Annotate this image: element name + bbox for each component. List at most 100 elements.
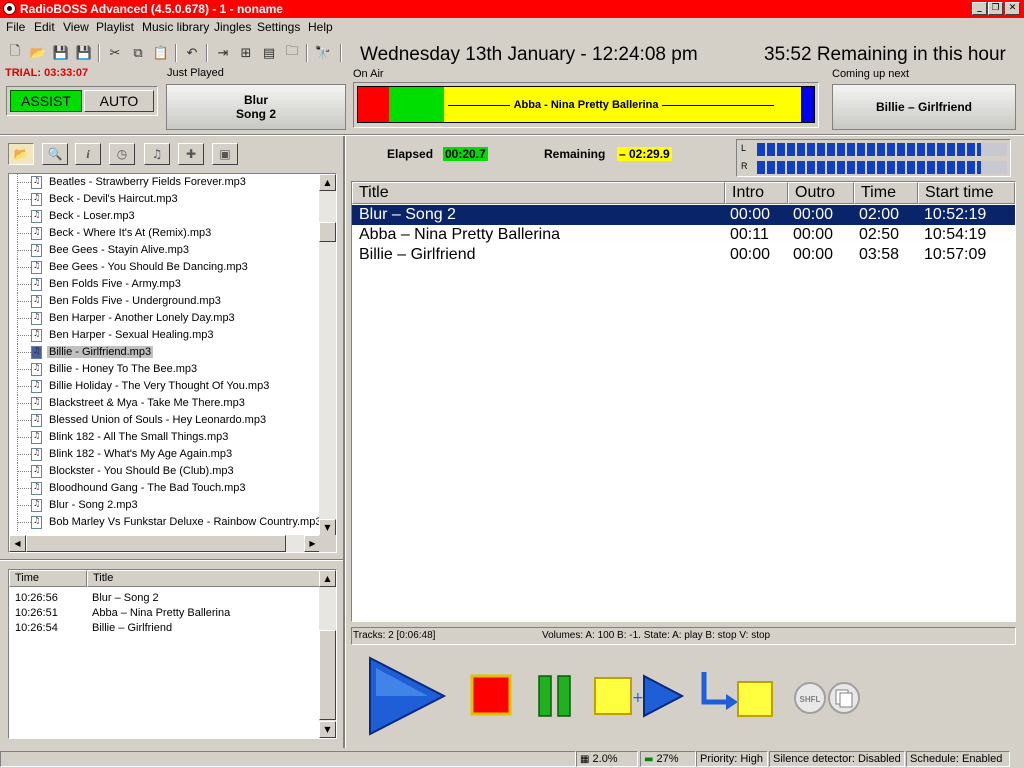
pause-button[interactable] [536,674,574,718]
crossfade-next-button[interactable]: + [592,670,684,722]
play-next-button[interactable] [698,668,776,720]
tree-item[interactable]: Beck - Where It's At (Remix).mp3 [9,225,321,242]
col-time[interactable]: Time [854,182,918,204]
tab-settings[interactable]: ▣ [212,143,238,165]
play-button[interactable] [366,656,448,736]
file-tree[interactable]: Beatles - Strawberry Fields Forever.mp3 B… [8,173,337,553]
cut-icon[interactable]: ✂ [106,44,124,62]
restore-button[interactable]: ❐ [988,2,1003,15]
tree-item[interactable]: Blockster - You Should Be (Club).mp3 [9,463,321,480]
cpu-usage: ▦ 2.0% [576,751,638,767]
menu-file[interactable]: File [6,20,25,34]
add-folder-icon[interactable]: 🗀 [283,44,301,62]
insert-track-icon[interactable]: ⇥ [214,44,232,62]
tree-item[interactable]: Billie - Girlfriend.mp3 [9,344,321,361]
tab-schedule[interactable]: ◷ [109,143,135,165]
save-icon[interactable]: 💾 [52,44,70,62]
audio-file-icon [31,380,42,393]
menu-bar: File Edit View Playlist Music library Ji… [0,18,1024,36]
file-tree-list: Beatles - Strawberry Fields Forever.mp3 B… [9,174,321,536]
scroll-down-icon[interactable]: ▼ [319,721,336,738]
undo-icon[interactable]: ↶ [183,44,201,62]
assist-button[interactable]: ASSIST [10,90,82,112]
tree-item[interactable]: Blackstreet & Mya - Take Me There.mp3 [9,395,321,412]
tree-item-label: Bee Gees - Stayin Alive.mp3 [49,244,190,256]
on-air-progress[interactable]: Abba - Nina Pretty Ballerina [357,86,815,123]
coming-up-title: Billie – Girlfriend [875,100,973,114]
just-played-artist: Blur [243,93,268,107]
playlist-row[interactable]: Billie – Girlfriend 00:00 00:00 03:58 10:57:… [352,245,1015,265]
tree-item[interactable]: Ben Harper - Another Lonely Day.mp3 [9,310,321,327]
tab-folders[interactable]: 📂 [8,143,34,165]
tree-item[interactable]: Bee Gees - You Should Be Dancing.mp3 [9,259,321,276]
tree-item[interactable]: Beck - Loser.mp3 [9,208,321,225]
tree-item[interactable]: Ben Folds Five - Underground.mp3 [9,293,321,310]
tree-item[interactable]: Blink 182 - What's My Age Again.mp3 [9,446,321,463]
stop-button[interactable] [470,674,512,716]
auto-button[interactable]: AUTO [84,90,154,112]
new-file-icon[interactable]: 🗋 [6,44,24,62]
tree-item[interactable]: Billie - Honey To The Bee.mp3 [9,361,321,378]
clock-icon: ◷ [116,147,128,161]
history-list[interactable]: Time Title 10:26:56 Blur – Song 2 10:26:51… [8,569,337,739]
open-folder-icon[interactable]: 📂 [29,44,47,62]
tree-item[interactable]: Billie Holiday - The Very Thought Of You… [9,378,321,395]
tree-item[interactable]: Bloodhound Gang - The Bad Touch.mp3 [9,480,321,497]
menu-view[interactable]: View [63,20,89,34]
col-outro[interactable]: Outro [788,182,854,204]
close-button[interactable]: ✕ [1005,2,1020,15]
playlist-table[interactable]: Title Intro Outro Time Start time Blur –… [351,181,1016,622]
history-title: Abba – Nina Pretty Ballerina [92,607,231,619]
tree-item[interactable]: Ben Folds Five - Army.mp3 [9,276,321,293]
tree-item[interactable]: Beck - Devil's Haircut.mp3 [9,191,321,208]
tree-hscroll-thumb[interactable] [26,535,286,552]
shuffle-label: SHFL [800,695,821,704]
tree-item[interactable]: Bee Gees - Stayin Alive.mp3 [9,242,321,259]
scroll-down-icon[interactable]: ▼ [319,519,336,536]
audio-file-icon [31,482,42,495]
shuffle-button[interactable]: SHFL [792,680,864,716]
tree-scroll-thumb[interactable] [319,222,336,242]
tree-item[interactable]: Blessed Union of Souls - Hey Leonardo.mp… [9,412,321,429]
tab-info[interactable]: i [75,143,101,165]
col-start-time[interactable]: Start time [918,182,1015,204]
menu-edit[interactable]: Edit [34,20,55,34]
scroll-left-icon[interactable]: ◀ [9,535,26,552]
app-icon[interactable] [3,2,16,15]
history-col-title[interactable]: Title [87,570,320,587]
menu-music-library[interactable]: Music library [142,20,209,34]
tree-item[interactable]: Blur - Song 2.mp3 [9,497,321,514]
history-scroll-thumb[interactable] [319,630,336,720]
history-scrollbar[interactable]: ▲ ▼ [319,570,336,738]
minimize-button[interactable]: _ [972,2,987,15]
menu-playlist[interactable]: Playlist [96,20,134,34]
menu-help[interactable]: Help [308,20,333,34]
find-icon[interactable]: 🔭 [314,44,332,62]
playlist-row[interactable]: Abba – Nina Pretty Ballerina 00:11 00:00 02… [352,225,1015,245]
coming-up-box: Billie – Girlfriend [832,84,1016,130]
tree-item-label: Ben Folds Five - Underground.mp3 [49,295,221,307]
paste-icon[interactable]: 📋 [152,44,170,62]
add-list-icon[interactable]: ▤ [260,44,278,62]
history-col-time[interactable]: Time [9,570,87,587]
save-as-icon[interactable]: 💾 [75,44,93,62]
copy-icon[interactable]: ⧉ [129,44,147,62]
menu-jingles[interactable]: Jingles [214,20,251,34]
add-track-icon[interactable]: ⊞ [237,44,255,62]
col-intro[interactable]: Intro [725,182,788,204]
scroll-up-icon[interactable]: ▲ [319,174,336,191]
tab-search[interactable]: 🔍 [42,143,68,165]
tree-item-label: Blockster - You Should Be (Club).mp3 [49,465,234,477]
playlist-row[interactable]: Blur – Song 2 00:00 00:00 02:00 10:52:19 [352,205,1015,225]
col-title[interactable]: Title [352,182,725,204]
menu-settings[interactable]: Settings [257,20,300,34]
tree-item[interactable]: Bob Marley Vs Funkstar Deluxe - Rainbow … [9,514,321,531]
tree-item[interactable]: Blink 182 - All The Small Things.mp3 [9,429,321,446]
scroll-up-icon[interactable]: ▲ [319,570,336,587]
tree-item[interactable]: Ben Harper - Sexual Healing.mp3 [9,327,321,344]
tab-music[interactable]: ♫ [144,143,170,165]
tab-plugins[interactable]: ✚ [178,143,204,165]
tree-horizontal-scrollbar[interactable]: ◀ ▶ [9,535,321,552]
tree-item[interactable]: Beatles - Strawberry Fields Forever.mp3 [9,174,321,191]
tree-vertical-scrollbar[interactable]: ▲ ▼ [319,174,336,536]
